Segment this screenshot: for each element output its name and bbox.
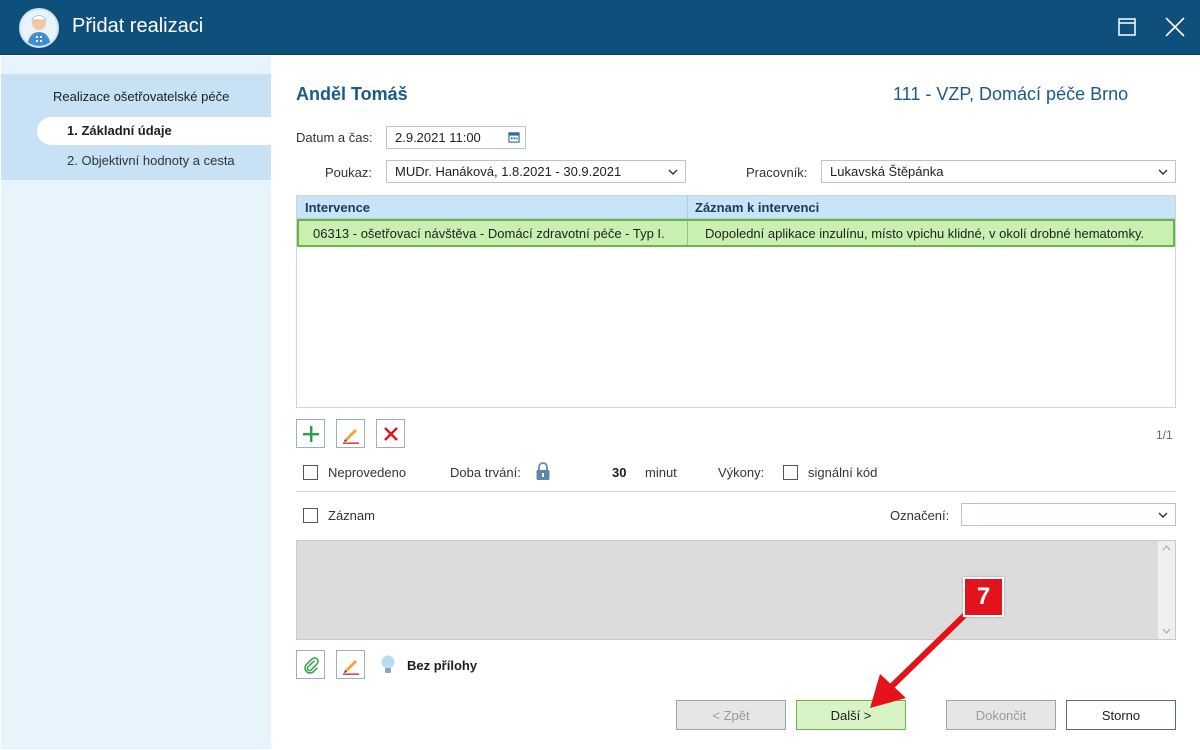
maximize-icon (1118, 18, 1136, 36)
lock-icon[interactable] (535, 461, 551, 481)
marking-select[interactable] (961, 503, 1176, 526)
pencil-icon (342, 428, 359, 444)
pager: 1/1 (1156, 428, 1173, 442)
sidebar-steps: Realizace ošetřovatelské péče 1. Základn… (1, 74, 271, 180)
datetime-value: 2.9.2021 11:00 (395, 130, 481, 145)
back-button[interactable]: < Zpět (676, 700, 786, 730)
window-title: Přidat realizaci (72, 15, 204, 37)
sidebar-item-objective-values[interactable]: 2. Objektivní hodnoty a cesta (37, 147, 271, 175)
title-bar: Přidat realizaci (0, 0, 1200, 55)
not-done-checkbox[interactable] (303, 465, 318, 480)
column-header-intervention[interactable]: Intervence (305, 200, 370, 215)
patient-name: Anděl Tomáš (296, 84, 408, 104)
pencil-icon (342, 659, 359, 675)
datetime-field[interactable]: 2.9.2021 11:00 (386, 126, 526, 149)
lightbulb-icon (381, 655, 395, 673)
chevron-down-icon (1158, 512, 1168, 518)
procedures-label: Výkony: (718, 465, 765, 480)
signal-code-checkbox[interactable] (783, 465, 798, 480)
table-cell-record: Dopolední aplikace inzulínu, místo vpich… (705, 226, 1145, 241)
divider (296, 491, 1176, 492)
signal-code-label: signální kód (808, 465, 878, 480)
attachments-status: Bez přílohy (407, 658, 478, 673)
plus-icon (302, 425, 319, 442)
not-done-label: Neprovedeno (328, 465, 407, 480)
referral-select[interactable]: MUDr. Hanáková, 1.8.2021 - 30.9.2021 (386, 160, 686, 183)
annotation-badge: 7 (963, 577, 1004, 617)
chevron-down-icon (668, 169, 678, 175)
scroll-up-icon[interactable] (1162, 545, 1171, 551)
record-label: Záznam (328, 508, 375, 523)
edit-button[interactable] (336, 419, 365, 448)
delete-icon (383, 426, 398, 441)
sidebar-heading: Realizace ošetřovatelské péče (53, 89, 230, 104)
close-button[interactable] (1160, 12, 1190, 42)
scroll-down-icon[interactable] (1162, 628, 1171, 634)
duration-value[interactable]: 30 (612, 465, 626, 480)
sidebar-item-basic-info[interactable]: 1. Základní údaje (37, 117, 271, 145)
delete-button[interactable] (376, 419, 405, 448)
scrollbar[interactable] (1158, 541, 1175, 639)
referral-value: MUDr. Hanáková, 1.8.2021 - 30.9.2021 (395, 164, 622, 179)
edit-attachment-button[interactable] (336, 650, 365, 679)
add-button[interactable] (296, 419, 325, 448)
record-checkbox[interactable] (303, 508, 318, 523)
nurse-icon (19, 8, 59, 48)
datetime-label: Datum a čas: (296, 130, 373, 145)
table-header: Intervence Záznam k intervenci (297, 196, 1175, 219)
worker-label: Pracovník: (746, 165, 808, 180)
record-textarea[interactable] (296, 540, 1176, 640)
sidebar: Realizace ošetřovatelské péče 1. Základn… (1, 56, 271, 749)
chevron-down-icon (1158, 169, 1168, 175)
interventions-table[interactable]: Intervence Záznam k intervenci 06313 - o… (296, 195, 1176, 408)
annotation-arrow (870, 605, 975, 708)
cancel-button[interactable]: Storno (1066, 700, 1176, 730)
column-header-record[interactable]: Záznam k intervenci (695, 200, 819, 215)
worker-select[interactable]: Lukavská Štěpánka (821, 160, 1176, 183)
duration-unit: minut (645, 465, 677, 480)
insurance-info: 111 - VZP, Domácí péče Brno (893, 84, 1129, 104)
referral-label: Poukaz: (325, 165, 372, 180)
table-row[interactable]: 06313 - ošetřovací návštěva - Domácí zdr… (297, 219, 1175, 247)
marking-label: Označení: (890, 508, 950, 523)
maximize-button[interactable] (1112, 12, 1142, 42)
calendar-icon[interactable] (508, 131, 520, 143)
paperclip-icon (303, 656, 319, 674)
duration-label: Doba trvání: (450, 465, 521, 480)
attach-button[interactable] (296, 650, 325, 679)
worker-value: Lukavská Štěpánka (830, 164, 944, 179)
table-cell-intervention: 06313 - ošetřovací návštěva - Domácí zdr… (313, 226, 665, 241)
close-icon (1165, 17, 1185, 37)
